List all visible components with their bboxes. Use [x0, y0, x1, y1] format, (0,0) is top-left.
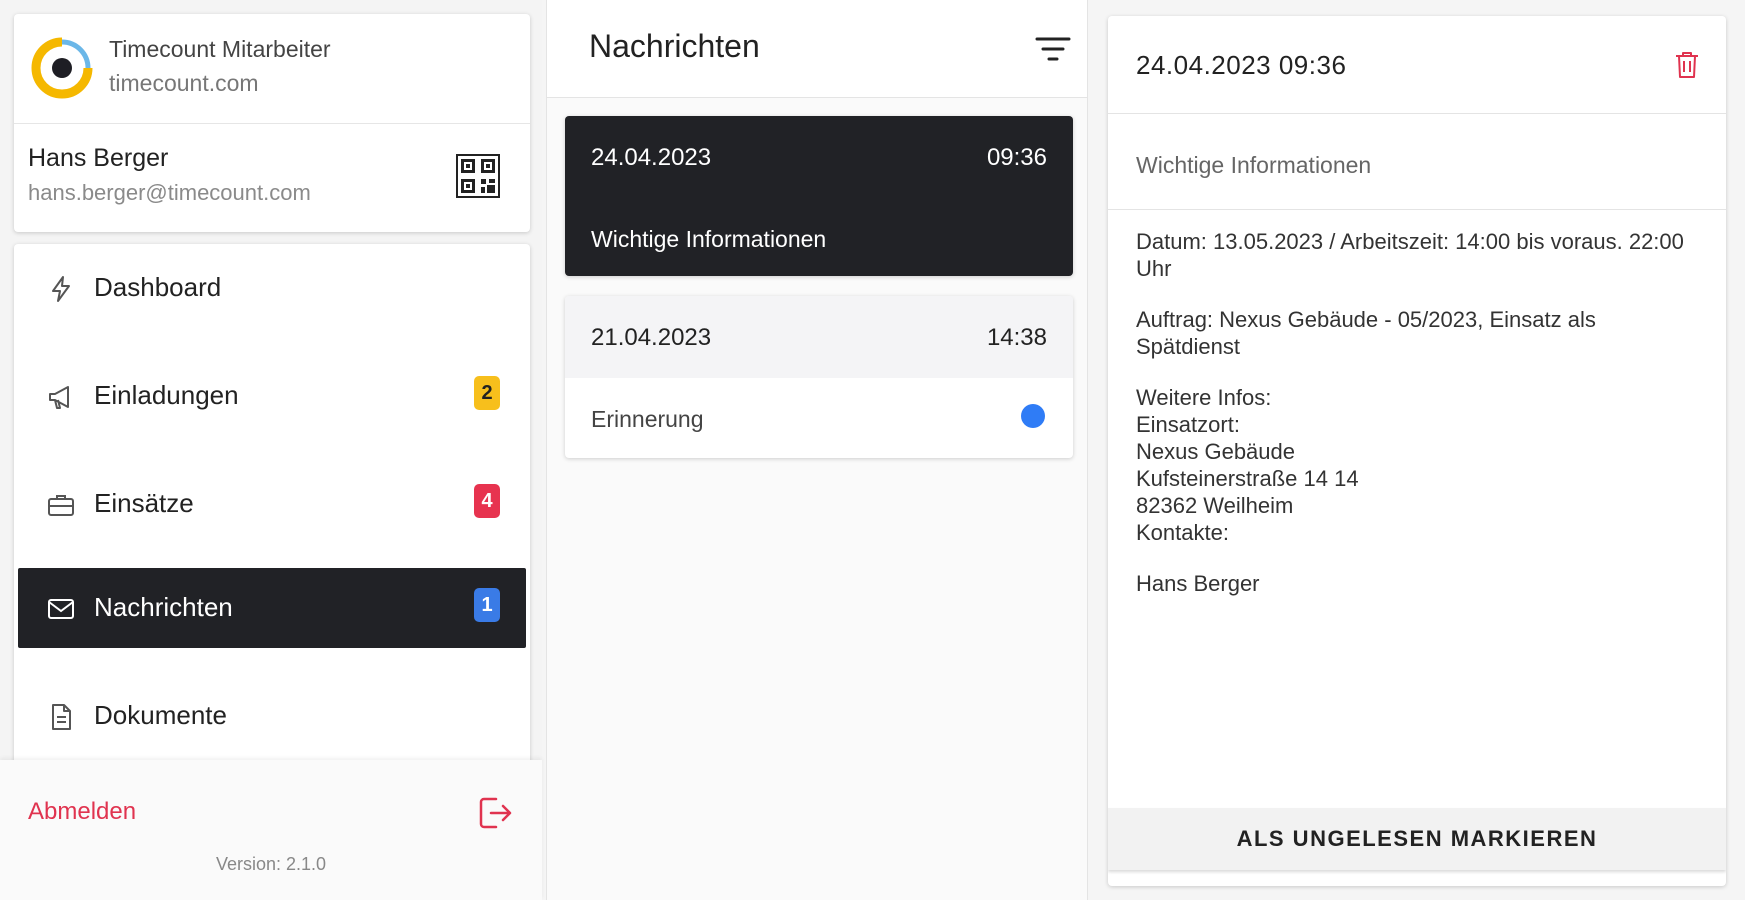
detail-header: 24.04.2023 09:36	[1108, 16, 1726, 114]
trash-icon[interactable]	[1674, 50, 1700, 80]
nav-item-label: Einladungen	[94, 380, 239, 410]
message-detail-card: 24.04.2023 09:36 Wichtige Informationen …	[1108, 16, 1726, 886]
nav-item-dokumente[interactable]: Dokumente	[18, 676, 526, 756]
logout-icon[interactable]	[476, 794, 514, 832]
body-line: Kufsteinerstraße 14 14	[1136, 466, 1359, 491]
body-line: Hans Berger	[1136, 571, 1260, 596]
timecount-logo-icon	[31, 37, 93, 99]
message-list-panel: Nachrichten 24.04.2023 09:36 Wichtige In…	[546, 0, 1088, 900]
message-subject: Wichtige Informationen	[591, 226, 827, 252]
app-name: Timecount Mitarbeiter	[109, 36, 331, 62]
nav-item-nachrichten[interactable]: Nachrichten 1	[18, 568, 526, 648]
count-badge: 4	[474, 484, 500, 518]
message-subject: Erinnerung	[591, 406, 704, 432]
qr-code-icon[interactable]	[456, 154, 500, 198]
nav-item-label: Dokumente	[94, 700, 227, 730]
detail-body: Datum: 13.05.2023 / Arbeitszeit: 14:00 b…	[1136, 228, 1696, 621]
body-paragraph: Datum: 13.05.2023 / Arbeitszeit: 14:00 b…	[1136, 228, 1696, 282]
nav-item-einladungen[interactable]: Einladungen 2	[18, 356, 526, 436]
user-email: hans.berger@timecount.com	[28, 180, 311, 205]
version-label: Version: 2.1.0	[215, 854, 327, 874]
body-paragraph: Weitere Infos: Einsatzort: Nexus Gebäude…	[1136, 384, 1696, 546]
body-line: Datum: 13.05.2023 / Arbeitszeit: 14:00 b…	[1136, 229, 1684, 281]
message-detail-panel: 24.04.2023 09:36 Wichtige Informationen …	[1092, 0, 1745, 900]
detail-subject: Wichtige Informationen	[1136, 152, 1372, 178]
briefcase-icon	[48, 495, 74, 516]
message-time: 14:38	[986, 324, 1047, 351]
message-date: 21.04.2023	[591, 324, 712, 351]
body-line: Weitere Infos:	[1136, 385, 1272, 410]
message-list-header: Nachrichten	[547, 0, 1087, 98]
body-paragraph: Hans Berger	[1136, 570, 1696, 597]
nav-item-dashboard[interactable]: Dashboard	[18, 248, 526, 328]
body-line: Auftrag: Nexus Gebäude - 05/2023, Einsat…	[1136, 307, 1596, 359]
nav-item-label: Einsätze	[94, 488, 194, 518]
detail-datetime: 24.04.2023 09:36	[1136, 50, 1347, 80]
lightning-icon	[52, 276, 70, 302]
message-date: 24.04.2023	[591, 144, 712, 171]
account-card: Timecount Mitarbeiter timecount.com Hans…	[14, 14, 530, 232]
body-paragraph: Auftrag: Nexus Gebäude - 05/2023, Einsat…	[1136, 306, 1696, 360]
detail-subject-row: Wichtige Informationen	[1108, 120, 1726, 210]
count-badge: 2	[474, 376, 500, 410]
app-domain: timecount.com	[109, 70, 259, 96]
message-item-header: 21.04.2023 14:38	[565, 296, 1073, 378]
message-item-header: 24.04.2023 09:36	[565, 116, 1073, 198]
app-header: Timecount Mitarbeiter timecount.com	[14, 14, 530, 124]
body-line: Nexus Gebäude	[1136, 439, 1295, 464]
sidebar: Timecount Mitarbeiter timecount.com Hans…	[0, 0, 542, 900]
message-item[interactable]: 24.04.2023 09:36 Wichtige Informationen	[565, 116, 1073, 276]
message-time: 09:36	[986, 144, 1047, 171]
mark-unread-button[interactable]: ALS UNGELESEN MARKIEREN	[1108, 808, 1726, 870]
nav-item-label: Dashboard	[94, 272, 222, 302]
nav-item-label: Nachrichten	[94, 592, 233, 622]
body-line: Einsatzort:	[1136, 412, 1240, 437]
envelope-icon	[48, 599, 74, 619]
page-title: Nachrichten	[589, 28, 760, 64]
nav-menu: Dashboard Einladungen 2 Einsätze 4 Nachr…	[14, 244, 530, 764]
body-line: 82362 Weilheim	[1136, 493, 1294, 518]
filter-icon[interactable]	[1035, 34, 1071, 64]
unread-indicator	[1021, 404, 1045, 428]
megaphone-icon	[49, 386, 69, 409]
message-item[interactable]: 21.04.2023 14:38 Erinnerung	[565, 296, 1073, 458]
count-badge: 1	[474, 588, 500, 622]
document-icon	[52, 704, 71, 730]
nav-item-einsaetze[interactable]: Einsätze 4	[18, 464, 526, 544]
sidebar-footer: Abmelden Version: 2.1.0	[0, 760, 542, 900]
body-line: Kontakte:	[1136, 520, 1229, 545]
user-name: Hans Berger	[28, 144, 169, 172]
logout-link[interactable]: Abmelden	[28, 798, 136, 826]
